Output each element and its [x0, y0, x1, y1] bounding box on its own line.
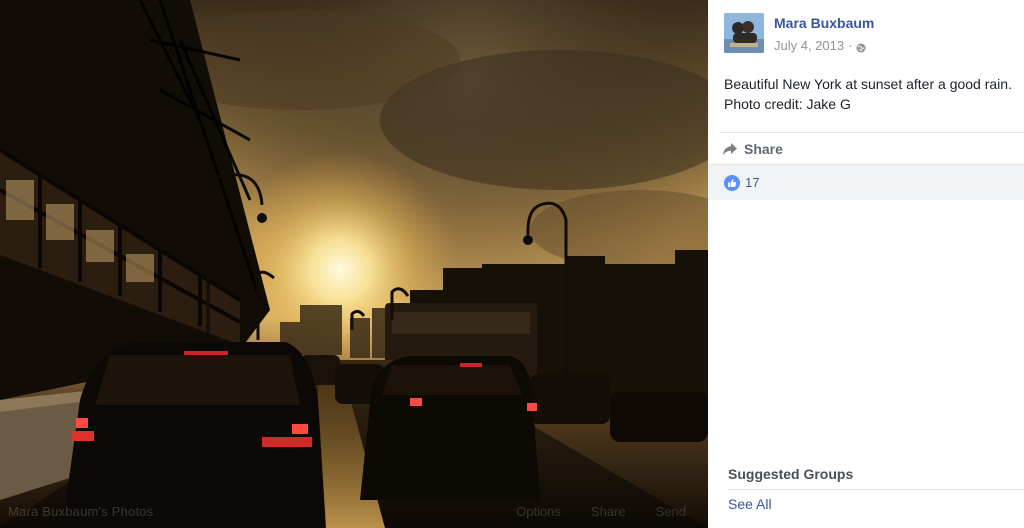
reactions-bar: 17: [708, 164, 1024, 200]
author-meta: Mara Buxbaum July 4, 2013 ·: [774, 13, 874, 53]
share-label: Share: [744, 140, 783, 157]
post-meta: July 4, 2013 ·: [774, 38, 874, 53]
suggested-groups-title: Suggested Groups: [728, 466, 1024, 490]
meta-separator: ·: [848, 38, 853, 53]
like-count[interactable]: 17: [745, 175, 759, 190]
post-caption: Beautiful New York at sunset after a goo…: [724, 76, 1012, 112]
action-bar: Share: [720, 132, 1024, 164]
options-button[interactable]: Options: [516, 504, 561, 519]
post-sidebar: Mara Buxbaum July 4, 2013 · Beautiful Ne…: [708, 0, 1024, 528]
album-link[interactable]: Mara Buxbaum's Photos: [8, 504, 153, 519]
author-header: Mara Buxbaum July 4, 2013 ·: [724, 13, 874, 53]
author-name[interactable]: Mara Buxbaum: [774, 15, 874, 31]
photo-image: [0, 0, 708, 528]
share-icon: [723, 142, 737, 155]
avatar[interactable]: [724, 13, 764, 53]
photo-stage[interactable]: Mara Buxbaum's Photos Options Share Send: [0, 0, 708, 528]
see-all-link[interactable]: See All: [728, 496, 772, 512]
post-date[interactable]: July 4, 2013: [774, 38, 844, 53]
photo-footer: Mara Buxbaum's Photos Options Share Send: [0, 494, 708, 528]
share-photo-button[interactable]: Share: [591, 504, 626, 519]
send-button[interactable]: Send: [656, 504, 686, 519]
like-icon[interactable]: [724, 174, 740, 191]
photo-actions: Options Share Send: [516, 504, 700, 519]
globe-icon[interactable]: [856, 41, 866, 52]
photo-viewer: Mara Buxbaum's Photos Options Share Send: [0, 0, 1024, 528]
share-button[interactable]: Share: [722, 141, 783, 157]
